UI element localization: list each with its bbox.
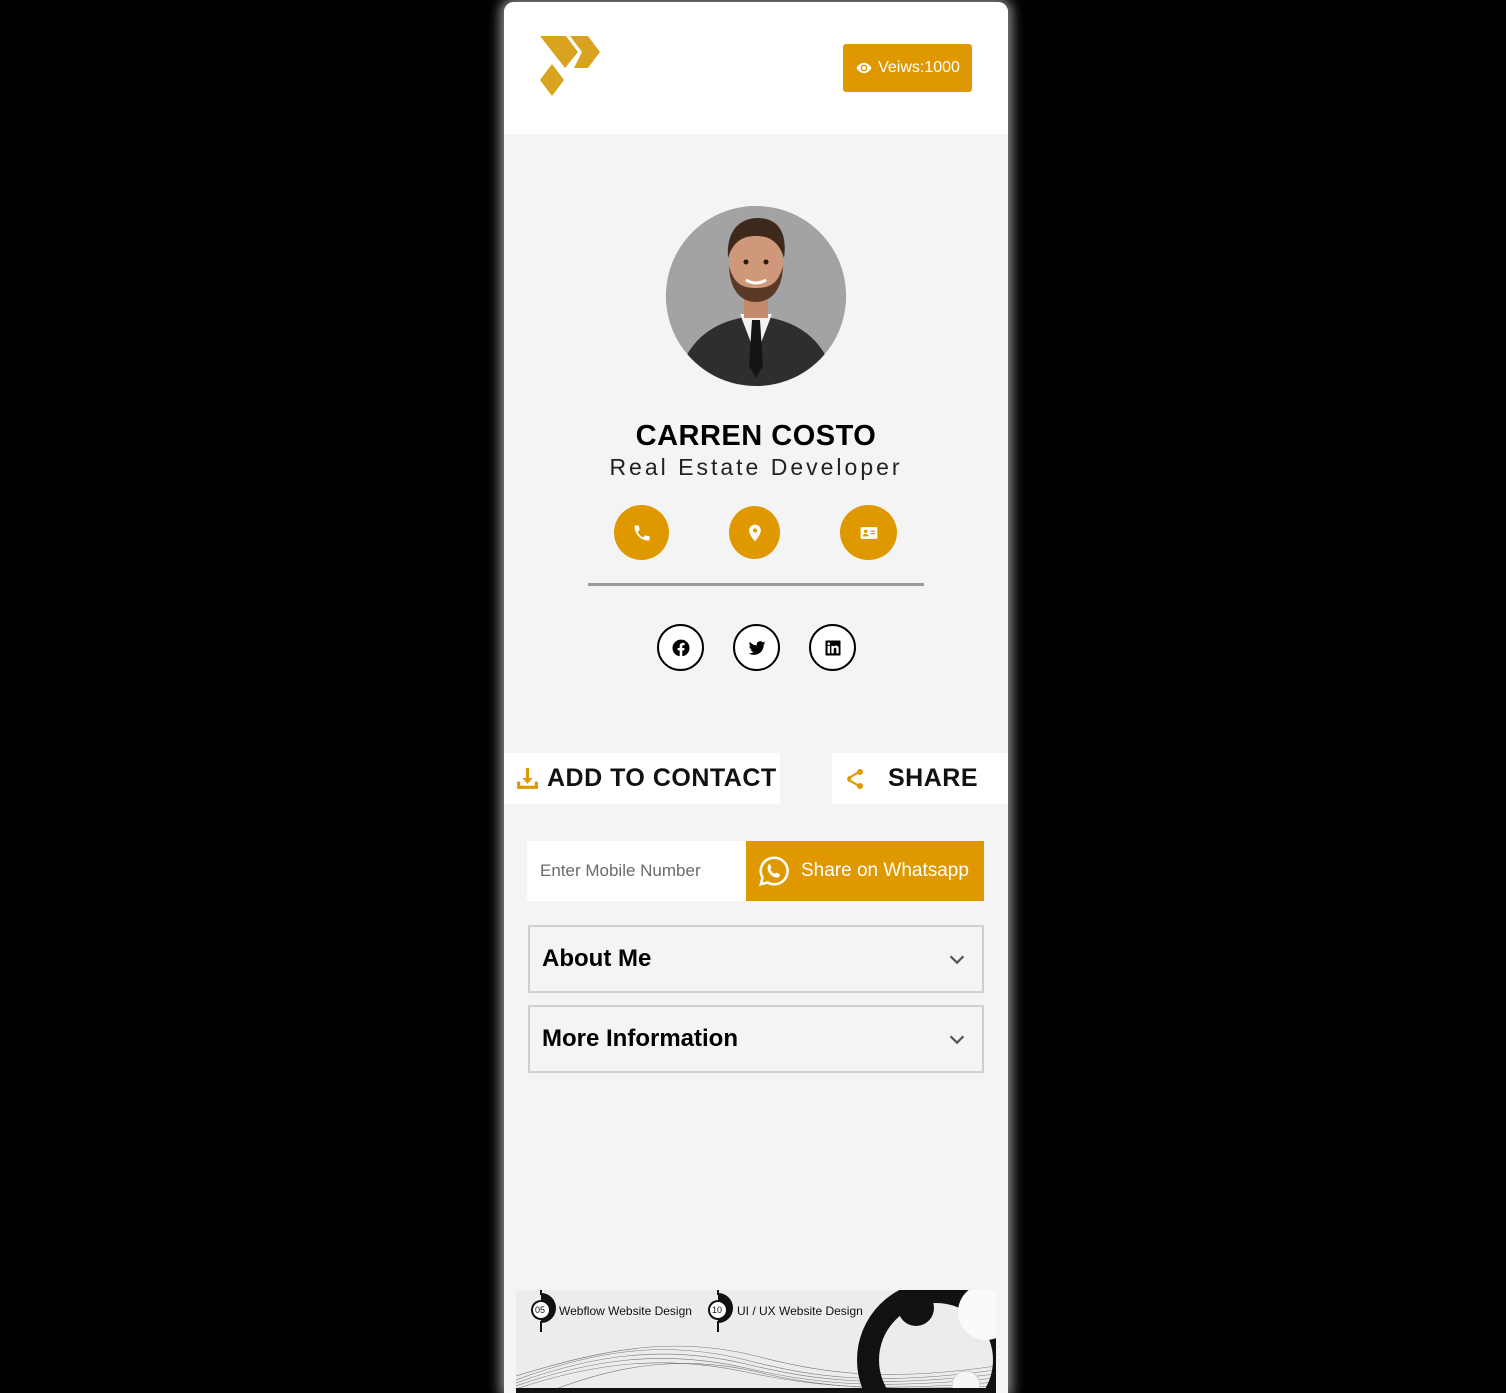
chevron-down-icon: [949, 1035, 965, 1045]
call-button[interactable]: [614, 505, 669, 560]
add-to-contact-button[interactable]: ADD TO CONTACT: [504, 753, 780, 804]
banner-item-number: 05: [535, 1305, 546, 1315]
whatsapp-button-label: Share on Whatsapp: [801, 860, 969, 881]
add-to-contact-label: ADD TO CONTACT: [547, 764, 777, 792]
phone-icon: [634, 525, 649, 540]
facebook-link[interactable]: [657, 624, 704, 671]
about-me-accordion[interactable]: About Me: [528, 925, 984, 993]
download-icon: [517, 768, 538, 789]
whatsapp-icon: [759, 856, 789, 887]
profile-title: Real Estate Developer: [609, 454, 903, 480]
banner-item-label: Webflow Website Design: [559, 1304, 692, 1318]
share-button[interactable]: SHARE: [832, 753, 1008, 804]
share-icon: [847, 768, 863, 789]
facebook-icon: [671, 639, 690, 656]
map-pin-icon: [748, 524, 761, 541]
views-counter-button[interactable]: Veiws:1000: [843, 44, 972, 92]
banner-item-label: UI / UX Website Design: [737, 1304, 863, 1318]
twitter-icon: [748, 640, 765, 655]
avatar: [666, 206, 846, 386]
linkedin-link[interactable]: [809, 624, 856, 671]
profile-card: Veiws:1000 CARREN COSTO Real Estate Deve…: [504, 2, 1008, 1393]
portfolio-banner: 05 Webflow Website Design 10 UI / UX Web…: [516, 1290, 996, 1393]
accordion-label: About Me: [542, 945, 652, 972]
profile-name: CARREN COSTO: [635, 420, 877, 452]
whatsapp-share-row: Share on Whatsapp: [527, 841, 984, 901]
contact-card-button[interactable]: [840, 505, 897, 560]
share-label: SHARE: [888, 764, 979, 792]
location-button[interactable]: [729, 506, 780, 559]
views-label: Veiws:1000: [878, 59, 960, 76]
mobile-number-input[interactable]: [527, 841, 746, 901]
brand-logo: [540, 36, 600, 96]
chevron-down-icon: [949, 955, 965, 965]
share-whatsapp-button[interactable]: Share on Whatsapp: [746, 841, 984, 901]
twitter-link[interactable]: [733, 624, 780, 671]
banner-item-number: 10: [712, 1305, 723, 1315]
section-divider: [588, 583, 924, 586]
more-information-accordion[interactable]: More Information: [528, 1005, 984, 1073]
profile-photo: [666, 206, 846, 386]
eye-icon: [856, 62, 872, 74]
linkedin-icon: [825, 640, 840, 655]
accordion-label: More Information: [542, 1025, 738, 1052]
card-header: Veiws:1000: [504, 2, 1008, 134]
id-card-icon: [860, 526, 877, 539]
